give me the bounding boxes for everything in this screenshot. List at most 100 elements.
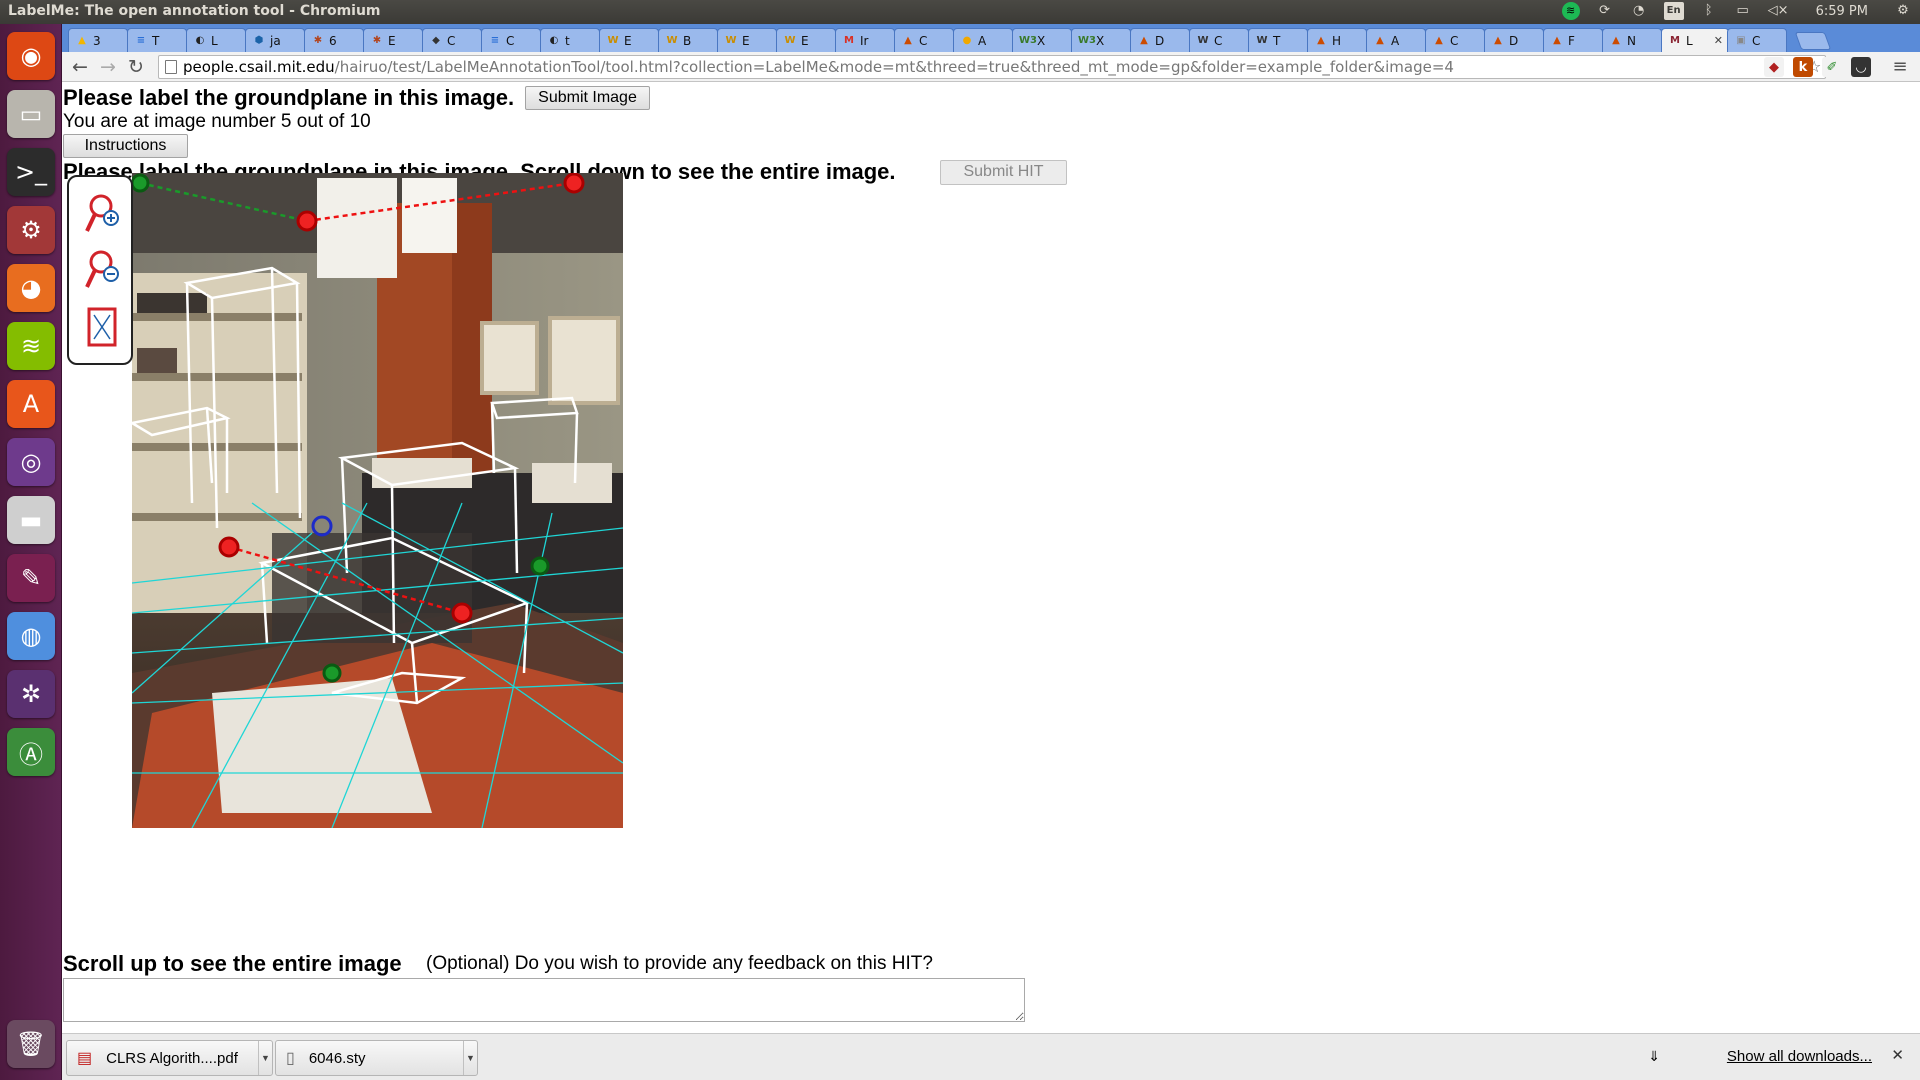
tab-label: A	[1391, 33, 1400, 48]
tab[interactable]: ✱ E	[363, 28, 423, 52]
download-item-sty[interactable]: ▯ 6046.sty ▼	[275, 1040, 478, 1076]
launcher-firefox-icon[interactable]: ◕	[7, 264, 55, 312]
download-menu-caret-icon[interactable]: ▼	[258, 1041, 272, 1075]
tab[interactable]: W3 X	[1012, 28, 1072, 52]
clock[interactable]: 6:59 PM	[1816, 4, 1868, 19]
tab[interactable]: ▲ D	[1484, 28, 1544, 52]
sync-indicator-icon[interactable]: ⟳	[1596, 2, 1614, 20]
tab[interactable]: ▲ C	[894, 28, 954, 52]
close-tab-icon[interactable]: ✕	[1714, 34, 1723, 47]
tab[interactable]: ▲ D	[1130, 28, 1190, 52]
ext-pocket-icon[interactable]: ◡	[1851, 57, 1871, 77]
tab-favicon-icon: W3	[1078, 34, 1096, 46]
tab[interactable]: ≡ C	[481, 28, 541, 52]
download-arrow-icon: ⇓	[1648, 1048, 1660, 1064]
ext-labelme-icon[interactable]: ◆	[1764, 57, 1784, 77]
ext-shield-icon[interactable]: ✐	[1822, 57, 1842, 77]
new-tab-button[interactable]	[1794, 32, 1832, 50]
show-all-downloads-link[interactable]: Show all downloads...	[1727, 1048, 1872, 1065]
wifi-icon[interactable]: ◔	[1630, 2, 1648, 20]
tab[interactable]: ▲ A	[1366, 28, 1426, 52]
launcher-system-settings-icon[interactable]: ⚙	[7, 206, 55, 254]
instructions-button[interactable]: Instructions	[63, 134, 188, 158]
tab-favicon-icon: ◆	[432, 34, 440, 46]
tab[interactable]: ✱ 6	[304, 28, 364, 52]
zoom-toolbox	[67, 175, 133, 365]
download-filename: CLRS Algorith....pdf	[106, 1049, 238, 1067]
reload-icon[interactable]: ↻	[124, 55, 148, 79]
tab-label: X	[1037, 33, 1046, 48]
tab[interactable]: WC	[1189, 28, 1249, 52]
tab-label: L	[211, 33, 218, 48]
tab[interactable]: ▲ C	[1425, 28, 1485, 52]
bluetooth-icon[interactable]: ᛒ	[1700, 2, 1718, 20]
annotation-canvas[interactable]	[132, 173, 623, 828]
volume-muted-icon[interactable]: ◁×	[1768, 2, 1789, 20]
tab-label: L	[1686, 33, 1693, 48]
tab-favicon-icon: ◐	[195, 34, 205, 46]
ext-k-icon[interactable]: k	[1793, 57, 1813, 77]
tab-active[interactable]: M L ✕	[1661, 28, 1729, 52]
tab[interactable]: ▲ N	[1602, 28, 1662, 52]
tab-favicon-icon: ≡	[490, 34, 500, 46]
tab[interactable]: ⬢ ja	[245, 28, 305, 52]
pdf-file-icon: ▤	[77, 1050, 93, 1067]
launcher-trash-icon[interactable]: 🗑	[7, 1020, 55, 1068]
launcher-draw-icon[interactable]: ✎	[7, 554, 55, 602]
tab[interactable]: ▣ C	[1727, 28, 1787, 52]
chrome-menu-icon[interactable]: ≡	[1888, 55, 1912, 79]
tab[interactable]: WE	[599, 28, 659, 52]
zoom-out-icon[interactable]	[84, 247, 120, 291]
launcher-shotwell-icon[interactable]: ✲	[7, 670, 55, 718]
tab[interactable]: ▲ H	[1307, 28, 1367, 52]
tab[interactable]: WE	[776, 28, 836, 52]
tab-label: C	[1752, 33, 1761, 48]
session-gear-icon[interactable]: ⚙	[1894, 2, 1912, 20]
tab[interactable]: ◐ t	[540, 28, 600, 52]
tab[interactable]: ◆ C	[422, 28, 482, 52]
page-info-icon[interactable]	[165, 60, 177, 74]
submit-image-button[interactable]: Submit Image	[525, 86, 650, 110]
zoom-in-icon[interactable]	[84, 191, 120, 235]
launcher-ubuntu-dash-icon[interactable]: ◉	[7, 32, 55, 80]
tab[interactable]: ◐ L	[186, 28, 246, 52]
text-file-icon: ▯	[286, 1050, 295, 1067]
tab[interactable]: W3 X	[1071, 28, 1131, 52]
tab[interactable]: WE	[717, 28, 777, 52]
tab-label: D	[1155, 33, 1165, 48]
back-arrow-icon[interactable]: ←	[68, 55, 92, 79]
tab[interactable]: WB	[658, 28, 718, 52]
address-bar[interactable]: people.csail.mit.edu/hairuo/test/LabelMe…	[158, 55, 1826, 79]
close-shelf-icon[interactable]: ✕	[1891, 1046, 1904, 1064]
tab[interactable]: ≡ T	[127, 28, 187, 52]
tab[interactable]: ▲ 3	[68, 28, 128, 52]
tab[interactable]: ▲ F	[1543, 28, 1603, 52]
window-title: LabelMe: The open annotation tool - Chro…	[8, 3, 381, 19]
battery-icon[interactable]: ▭	[1734, 2, 1752, 20]
tab[interactable]: ● A	[953, 28, 1013, 52]
tab-label: X	[1096, 33, 1105, 48]
tab-label: H	[1332, 33, 1342, 48]
submit-hit-button[interactable]: Submit HIT	[940, 160, 1067, 185]
launcher-terminal-icon[interactable]: >_	[7, 148, 55, 196]
spotify-indicator-icon[interactable]: ≋	[1561, 2, 1580, 20]
fit-to-screen-icon[interactable]	[84, 305, 120, 349]
tab-label: ja	[270, 33, 281, 48]
tab[interactable]: M Ir	[835, 28, 895, 52]
tab-label: A	[978, 33, 987, 48]
launcher-chromium-icon[interactable]: ◍	[7, 612, 55, 660]
keyboard-layout-indicator[interactable]: En	[1663, 2, 1684, 20]
launcher-spotify-icon[interactable]: ≋	[7, 322, 55, 370]
launcher-disk-icon[interactable]: ▬	[7, 496, 55, 544]
launcher-app-ring-icon[interactable]: ◎	[7, 438, 55, 486]
tab[interactable]: WT	[1248, 28, 1308, 52]
panel-indicators: ≋ ⟳ ◔ En ᛒ ▭ ◁× 6:59 PM ⚙	[1561, 2, 1912, 20]
launcher-software-center-icon[interactable]: A	[7, 380, 55, 428]
launcher-files-icon[interactable]: ▭	[7, 90, 55, 138]
feedback-textarea[interactable]	[63, 978, 1025, 1022]
launcher-update-manager-icon[interactable]: Ⓐ	[7, 728, 55, 776]
tab-label: T	[1273, 33, 1281, 48]
download-menu-caret-icon[interactable]: ▼	[463, 1041, 477, 1075]
forward-arrow-icon[interactable]: →	[96, 55, 120, 79]
download-item-pdf[interactable]: ▤ CLRS Algorith....pdf ▼	[66, 1040, 273, 1076]
